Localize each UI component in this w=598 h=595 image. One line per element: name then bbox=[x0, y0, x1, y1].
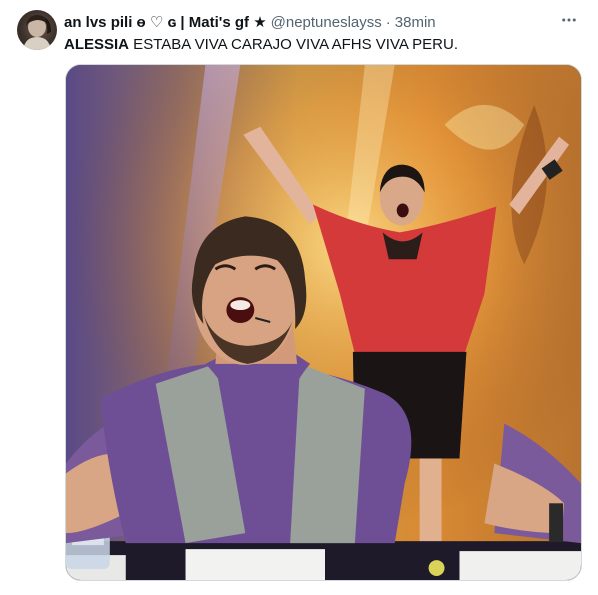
timestamp[interactable]: 38min bbox=[395, 14, 436, 31]
user-handle[interactable]: @neptuneslayss bbox=[271, 14, 382, 31]
more-horizontal-icon bbox=[562, 18, 576, 22]
tweet-text-mention: ALESSIA bbox=[64, 36, 130, 53]
avatar[interactable] bbox=[17, 10, 57, 50]
tweet-header: an lvs pili ɵ ♡ ɢ | Mati's gf ★ @neptune… bbox=[64, 12, 544, 32]
tweet-media-image[interactable] bbox=[65, 64, 582, 581]
display-name[interactable]: an lvs pili ɵ ♡ ɢ | Mati's gf ★ bbox=[64, 13, 267, 31]
meme-photo bbox=[66, 65, 581, 580]
tweet-text-body: ESTABA VIVA CARAJO VIVA AFHS VIVA PERU. bbox=[129, 36, 459, 53]
separator-dot: · bbox=[385, 13, 391, 31]
more-options-button[interactable] bbox=[558, 10, 580, 30]
tweet-text: ALESSIA ESTABA VIVA CARAJO VIVA AFHS VIV… bbox=[64, 35, 584, 55]
tweet[interactable]: an lvs pili ɵ ♡ ɢ | Mati's gf ★ @neptune… bbox=[0, 0, 598, 595]
